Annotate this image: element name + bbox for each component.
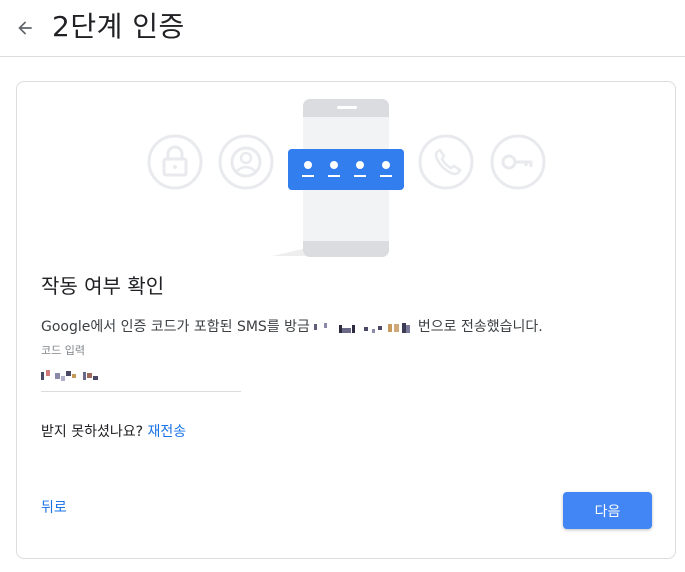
code-underline: [328, 175, 340, 177]
code-underline: [354, 175, 366, 177]
redacted-phone-number: [313, 321, 416, 333]
sms-sent-message: Google에서 인증 코드가 포함된 SMS를 방금 번으로 전송했습니다.: [41, 317, 543, 337]
code-input[interactable]: [41, 365, 241, 392]
back-link[interactable]: 뒤로: [41, 498, 67, 518]
page-title: 2단계 인증: [52, 10, 185, 43]
verification-card: 작동 여부 확인 Google에서 인증 코드가 포함된 SMS를 방금 번으로…: [16, 81, 676, 559]
resend-row: 받지 못하셨나요? 재전송: [41, 422, 186, 442]
arrow-left-icon: [18, 21, 32, 35]
verification-illustration: [147, 99, 546, 257]
code-dot: [356, 161, 364, 169]
code-banner: [288, 149, 404, 190]
message-suffix: 번으로 전송했습니다.: [417, 319, 543, 335]
resend-prompt: 받지 못하셨나요?: [41, 424, 144, 440]
top-bar: 2단계 인증: [0, 0, 685, 57]
back-arrow-button[interactable]: [12, 15, 38, 41]
code-dot: [382, 161, 390, 169]
message-prefix: Google에서 인증 코드가 포함된 SMS를 방금: [41, 319, 310, 335]
code-underline: [302, 175, 314, 177]
card-title: 작동 여부 확인: [41, 274, 165, 298]
person-icon: [218, 134, 274, 190]
key-icon: [490, 134, 546, 190]
phone-handset-icon: [418, 134, 474, 190]
redacted-code-value: [41, 370, 98, 381]
resend-link[interactable]: 재전송: [148, 424, 187, 440]
lock-icon: [147, 134, 203, 190]
code-dot: [330, 161, 338, 169]
code-dot: [304, 161, 312, 169]
code-underline: [380, 175, 392, 177]
code-input-label: 코드 입력: [41, 344, 85, 357]
next-button[interactable]: 다음: [563, 492, 652, 529]
